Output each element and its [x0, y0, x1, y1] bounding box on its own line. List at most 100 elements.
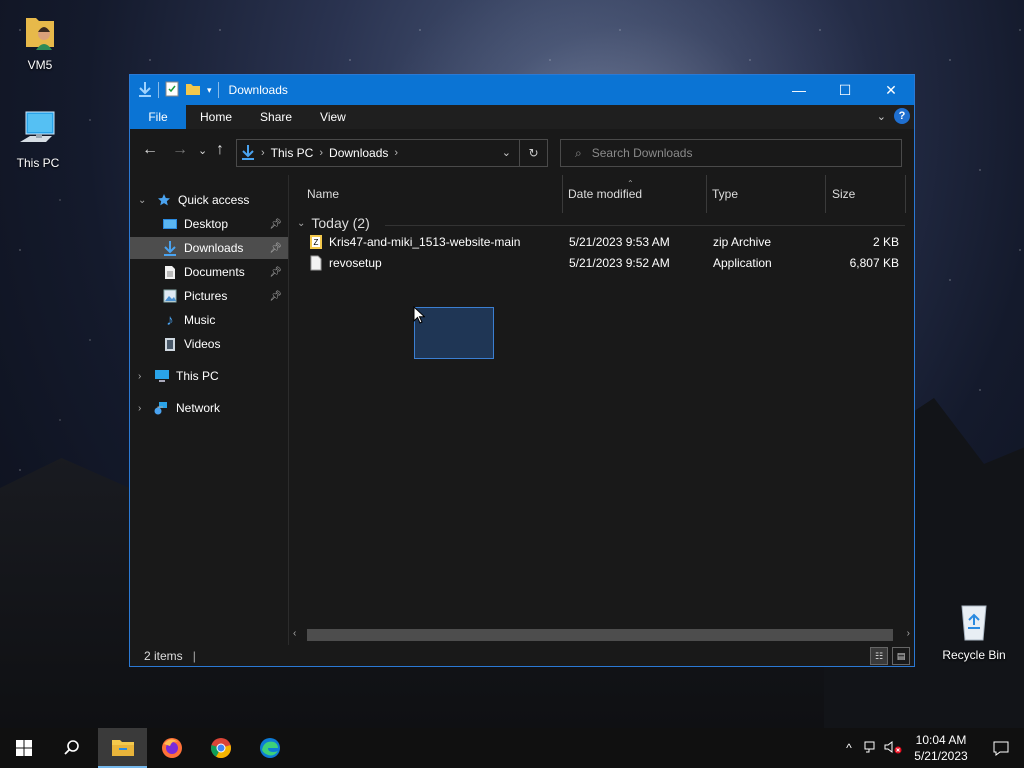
file-row[interactable]: revosetup 5/21/2023 9:52 AM Application … — [289, 252, 914, 273]
chevron-right-icon[interactable]: › — [261, 147, 265, 159]
pin-icon[interactable]: 📌︎ — [269, 243, 282, 254]
nav-item-documents[interactable]: Documents 📌︎ — [130, 261, 288, 283]
status-separator: | — [192, 649, 196, 663]
column-size[interactable]: Size — [814, 175, 894, 213]
group-divider — [385, 225, 905, 226]
show-hidden-icons-chevron-icon[interactable]: ^ — [838, 741, 860, 755]
navigation-pane: ⌄ Quick access Desktop 📌︎ Downloads 📌︎ D… — [130, 175, 288, 645]
mouse-cursor-icon — [413, 306, 425, 324]
nav-this-pc[interactable]: › This PC — [130, 365, 288, 387]
expand-ribbon-icon[interactable]: ⌄ — [877, 110, 886, 123]
nav-quick-access[interactable]: ⌄ Quick access — [130, 189, 288, 211]
nav-item-music[interactable]: ♪ Music — [130, 309, 288, 331]
search-input[interactable] — [591, 146, 872, 160]
nav-label: This PC — [176, 369, 219, 383]
file-row[interactable]: Z Kris47-and-miki_1513-website-main 5/21… — [289, 231, 914, 252]
search-icon: ⌕ — [575, 145, 582, 160]
column-header: Name Date modified ⌃ Type Size — [289, 175, 914, 213]
horizontal-scrollbar[interactable]: ‹ › — [289, 627, 914, 643]
window-title: Downloads — [228, 83, 288, 97]
pictures-icon — [162, 288, 178, 304]
user-folder-icon — [18, 10, 62, 54]
file-size: 6,807 KB — [849, 255, 899, 270]
column-date-modified[interactable]: Date modified — [550, 175, 695, 213]
taskbar-edge[interactable] — [246, 728, 294, 768]
help-button[interactable]: ? — [894, 108, 910, 124]
pin-icon[interactable]: 📌︎ — [269, 219, 282, 230]
scroll-right-icon[interactable]: › — [907, 628, 910, 639]
forward-arrow-icon[interactable]: → — [172, 141, 188, 159]
tab-share[interactable]: Share — [246, 110, 306, 124]
details-view-button[interactable]: ☷ — [870, 647, 888, 665]
column-name[interactable]: Name — [289, 175, 562, 213]
group-chevron-icon[interactable]: ⌄ — [297, 218, 305, 229]
breadcrumb-downloads[interactable]: Downloads — [329, 146, 388, 160]
column-type[interactable]: Type — [694, 175, 814, 213]
title-bar[interactable]: ▾ Downloads — ☐ ✕ — [130, 75, 914, 105]
refresh-button[interactable]: ↻ — [519, 140, 547, 166]
tab-home[interactable]: Home — [186, 110, 246, 124]
desktop-icon-this-pc[interactable]: This PC — [0, 108, 76, 170]
taskbar-firefox[interactable] — [148, 728, 196, 768]
properties-icon[interactable] — [165, 81, 179, 100]
pin-icon[interactable]: 📌︎ — [269, 291, 282, 302]
chevron-right-icon[interactable]: › — [319, 147, 323, 159]
clock-date: 5/21/2023 — [914, 749, 968, 763]
column-divider[interactable] — [905, 175, 906, 213]
computer-icon — [16, 108, 60, 152]
taskbar-chrome[interactable] — [197, 728, 245, 768]
up-arrow-icon[interactable]: ↑ — [216, 141, 224, 159]
network-icon — [154, 400, 170, 416]
start-button[interactable] — [0, 728, 48, 768]
network-status-icon[interactable] — [860, 740, 882, 757]
chevron-right-icon[interactable]: › — [394, 147, 398, 159]
downloads-arrow-icon — [241, 144, 255, 163]
nav-item-downloads[interactable]: Downloads 📌︎ — [130, 237, 288, 259]
computer-icon — [154, 368, 170, 384]
close-button[interactable]: ✕ — [868, 75, 914, 105]
file-type: Application — [713, 255, 772, 270]
file-date: 5/21/2023 9:53 AM — [569, 234, 670, 249]
search-box[interactable]: ⌕ — [560, 139, 902, 167]
system-tray: ^ 10:04 AM 5/21/2023 — [838, 728, 1024, 768]
svg-text:Z: Z — [314, 238, 319, 247]
large-icons-view-button[interactable]: ▤ — [892, 647, 910, 665]
nav-label: Documents — [184, 265, 245, 279]
maximize-button[interactable]: ☐ — [822, 75, 868, 105]
quick-access-dropdown-icon[interactable]: ▾ — [207, 85, 212, 96]
collapsed-chevron-icon[interactable]: › — [138, 403, 141, 414]
group-header-today[interactable]: ⌄ Today (2) — [297, 215, 370, 231]
clock[interactable]: 10:04 AM 5/21/2023 — [904, 732, 978, 764]
sort-chevron-icon: ⌃ — [627, 179, 634, 188]
nav-label: Videos — [184, 337, 221, 351]
file-name: Kris47-and-miki_1513-website-main — [329, 234, 521, 249]
expanded-chevron-icon[interactable]: ⌄ — [138, 195, 146, 206]
scroll-left-icon[interactable]: ‹ — [293, 628, 296, 639]
recent-locations-chevron-icon[interactable]: ⌄ — [198, 144, 207, 157]
nav-item-videos[interactable]: Videos — [130, 333, 288, 355]
collapsed-chevron-icon[interactable]: › — [138, 371, 141, 382]
taskbar: ^ 10:04 AM 5/21/2023 — [0, 728, 1024, 768]
back-arrow-icon[interactable]: ← — [142, 141, 158, 159]
title-separator — [158, 82, 159, 98]
taskbar-search-button[interactable] — [48, 728, 96, 768]
nav-network[interactable]: › Network — [130, 397, 288, 419]
tab-file[interactable]: File — [130, 105, 186, 129]
minimize-button[interactable]: — — [776, 75, 822, 105]
tab-view[interactable]: View — [306, 110, 360, 124]
nav-label: Quick access — [178, 193, 250, 207]
breadcrumb-this-pc[interactable]: This PC — [271, 146, 314, 160]
notifications-button[interactable] — [978, 740, 1024, 756]
file-list-pane: Name Date modified ⌃ Type Size ⌄ Today (… — [289, 175, 914, 645]
desktop-icon-vm5[interactable]: VM5 — [2, 10, 78, 72]
scrollbar-thumb[interactable] — [307, 629, 893, 641]
volume-muted-icon[interactable] — [882, 740, 904, 757]
new-folder-icon[interactable] — [185, 82, 201, 99]
pin-icon[interactable]: 📌︎ — [269, 267, 282, 278]
nav-item-pictures[interactable]: Pictures 📌︎ — [130, 285, 288, 307]
taskbar-file-explorer[interactable] — [98, 728, 147, 768]
desktop-icon-recycle-bin[interactable]: Recycle Bin — [936, 600, 1012, 662]
nav-item-desktop[interactable]: Desktop 📌︎ — [130, 213, 288, 235]
address-history-chevron-icon[interactable]: ⌄ — [502, 146, 511, 159]
address-field[interactable]: › This PC › Downloads › ⌄ ↻ — [236, 139, 548, 167]
